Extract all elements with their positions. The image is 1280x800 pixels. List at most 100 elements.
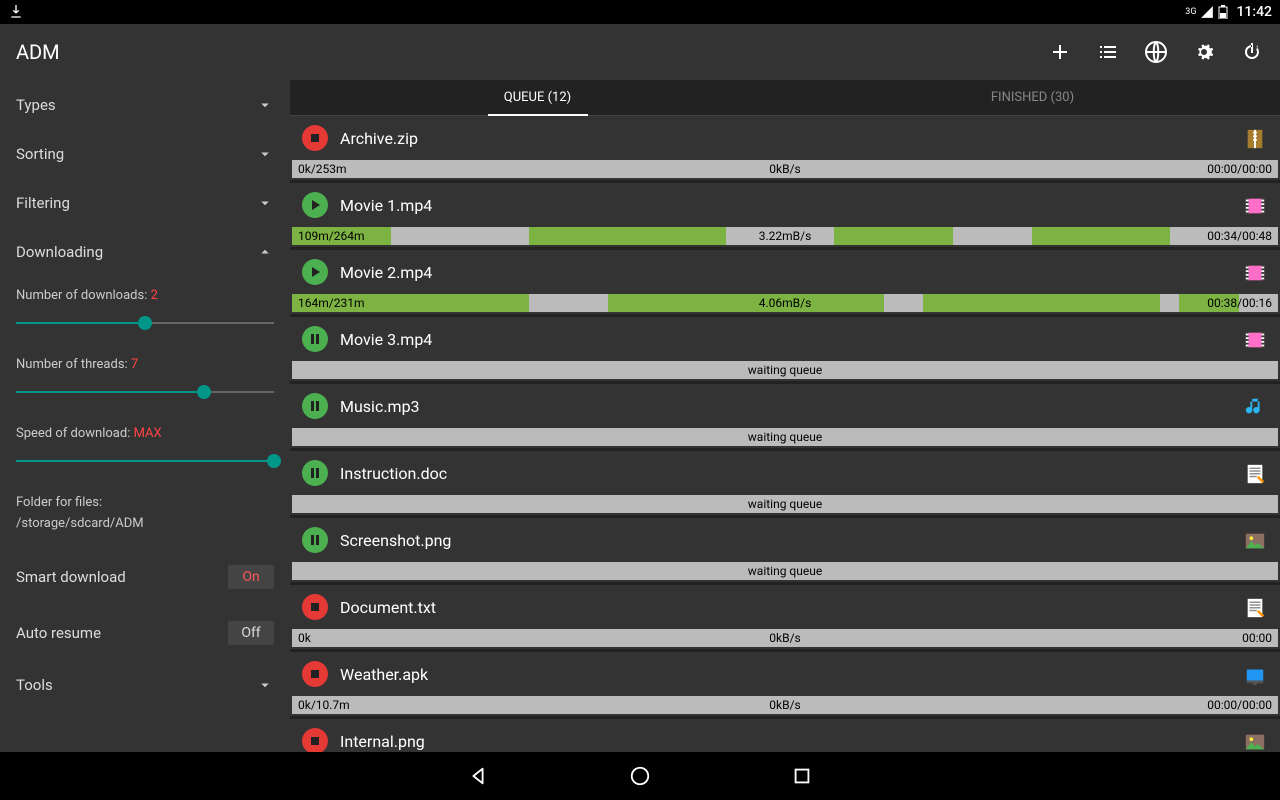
sidebar: Types Sorting Filtering Downloading Numb… — [0, 80, 290, 752]
play-button[interactable] — [302, 259, 328, 285]
main: QUEUE (12) FINISHED (30) Archive.zip 0k/… — [290, 80, 1280, 752]
file-name: Screenshot.png — [340, 531, 1232, 550]
time-text: 00:38/00:16 — [1207, 294, 1272, 312]
size-text: 109m/264m — [298, 227, 364, 245]
progress-bar: waiting queue — [292, 562, 1278, 580]
pause-button[interactable] — [302, 393, 328, 419]
speed-text: 0kB/s — [769, 160, 800, 178]
speed-slider[interactable] — [16, 449, 274, 473]
folder-label: Folder for files: — [16, 493, 274, 514]
size-text: 0k/253m — [298, 160, 347, 178]
status-text: waiting queue — [748, 562, 822, 580]
stop-button[interactable] — [302, 594, 328, 620]
pause-button[interactable] — [302, 460, 328, 486]
smart-download-row[interactable]: Smart download On — [0, 549, 290, 605]
video-icon — [1244, 260, 1268, 284]
speed-label: Speed of download: — [16, 426, 130, 441]
num-downloads-row: Number of downloads: 2 — [0, 276, 290, 335]
file-name: Movie 1.mp4 — [340, 196, 1232, 215]
download-item[interactable]: Instruction.doc waiting queue — [290, 451, 1280, 518]
download-item[interactable]: Movie 2.mp4 164m/231m 4.06mB/s 00:38/00:16 — [290, 250, 1280, 317]
num-threads-slider[interactable] — [16, 380, 274, 404]
download-item[interactable]: Screenshot.png waiting queue — [290, 518, 1280, 585]
sidebar-downloading-label: Downloading — [16, 243, 103, 261]
doc-icon — [1244, 461, 1268, 485]
sidebar-sorting[interactable]: Sorting — [0, 129, 290, 178]
progress-bar: 164m/231m 4.06mB/s 00:38/00:16 — [292, 294, 1278, 312]
download-item[interactable]: Movie 3.mp4 waiting queue — [290, 317, 1280, 384]
progress-bar: 0k/10.7m 0kB/s 00:00/00:00 — [292, 696, 1278, 714]
speed-text: 3.22mB/s — [759, 227, 812, 245]
android-nav-bar — [0, 752, 1280, 800]
music-icon — [1244, 394, 1268, 418]
stop-button[interactable] — [302, 125, 328, 151]
add-icon[interactable] — [1048, 40, 1072, 64]
zip-icon — [1244, 126, 1268, 150]
sidebar-tools[interactable]: Tools — [0, 661, 290, 710]
download-list[interactable]: Archive.zip 0k/253m 0kB/s 00:00/00:00 Movi… — [290, 116, 1280, 752]
smart-download-label: Smart download — [16, 568, 126, 586]
list-icon[interactable] — [1096, 40, 1120, 64]
smart-download-value: On — [228, 565, 274, 589]
pause-button[interactable] — [302, 527, 328, 553]
num-threads-value: 7 — [131, 357, 138, 372]
stop-button[interactable] — [302, 728, 328, 752]
image-icon — [1244, 528, 1268, 552]
speed-value: MAX — [134, 426, 162, 441]
sidebar-types[interactable]: Types — [0, 80, 290, 129]
size-text: 0k/10.7m — [298, 696, 350, 714]
sidebar-filtering[interactable]: Filtering — [0, 178, 290, 227]
auto-resume-row[interactable]: Auto resume Off — [0, 605, 290, 661]
app-title: ADM — [16, 40, 60, 64]
num-downloads-slider[interactable] — [16, 311, 274, 335]
num-downloads-label: Number of downloads: — [16, 288, 147, 303]
speed-text: 0kB/s — [769, 629, 800, 647]
auto-resume-label: Auto resume — [16, 624, 101, 642]
size-text: 164m/231m — [298, 294, 364, 312]
status-text: waiting queue — [748, 495, 822, 513]
stop-button[interactable] — [302, 661, 328, 687]
num-downloads-value: 2 — [151, 288, 158, 303]
folder-value: /storage/sdcard/ADM — [16, 514, 274, 535]
video-icon — [1244, 327, 1268, 351]
tab-finished[interactable]: FINISHED (30) — [785, 80, 1280, 115]
time-text: 00:34/00:48 — [1207, 227, 1272, 245]
file-name: Weather.apk — [340, 665, 1232, 684]
back-icon[interactable] — [467, 765, 489, 787]
image-icon — [1244, 729, 1268, 752]
gear-icon[interactable] — [1192, 40, 1216, 64]
recent-icon[interactable] — [791, 765, 813, 787]
speed-text: 4.06mB/s — [759, 294, 812, 312]
sidebar-types-label: Types — [16, 96, 56, 114]
file-name: Movie 2.mp4 — [340, 263, 1232, 282]
download-item[interactable]: Movie 1.mp4 109m/264m 3.22mB/s 00:34/00:48 — [290, 183, 1280, 250]
home-icon[interactable] — [629, 765, 651, 787]
download-item[interactable]: Internal.png — [290, 719, 1280, 752]
download-item[interactable]: Weather.apk 0k/10.7m 0kB/s 00:00/00:00 — [290, 652, 1280, 719]
sidebar-sorting-label: Sorting — [16, 145, 64, 163]
file-name: Archive.zip — [340, 129, 1232, 148]
app-bar: ADM — [0, 24, 1280, 80]
tab-queue[interactable]: QUEUE (12) — [290, 80, 785, 115]
play-button[interactable] — [302, 192, 328, 218]
download-item[interactable]: Archive.zip 0k/253m0kB/s00:00/00:00 — [290, 116, 1280, 183]
progress-bar: 109m/264m 3.22mB/s 00:34/00:48 — [292, 227, 1278, 245]
speed-text: 0kB/s — [769, 696, 800, 714]
time-text: 00:00/00:00 — [1207, 696, 1272, 714]
pause-button[interactable] — [302, 326, 328, 352]
file-name: Document.txt — [340, 598, 1232, 617]
progress-bar: 0k/253m0kB/s00:00/00:00 — [292, 160, 1278, 178]
folder-block[interactable]: Folder for files: /storage/sdcard/ADM — [0, 483, 290, 549]
progress-bar: waiting queue — [292, 495, 1278, 513]
progress-bar: 0k0kB/s00:00 — [292, 629, 1278, 647]
download-item[interactable]: Music.mp3 waiting queue — [290, 384, 1280, 451]
globe-icon[interactable] — [1144, 40, 1168, 64]
progress-bar: waiting queue — [292, 428, 1278, 446]
power-icon[interactable] — [1240, 40, 1264, 64]
download-item[interactable]: Document.txt 0k0kB/s00:00 — [290, 585, 1280, 652]
file-name: Movie 3.mp4 — [340, 330, 1232, 349]
speed-row: Speed of download: MAX — [0, 414, 290, 473]
size-text: 0k — [298, 629, 311, 647]
sidebar-downloading[interactable]: Downloading — [0, 227, 290, 276]
apk-icon — [1244, 662, 1268, 686]
